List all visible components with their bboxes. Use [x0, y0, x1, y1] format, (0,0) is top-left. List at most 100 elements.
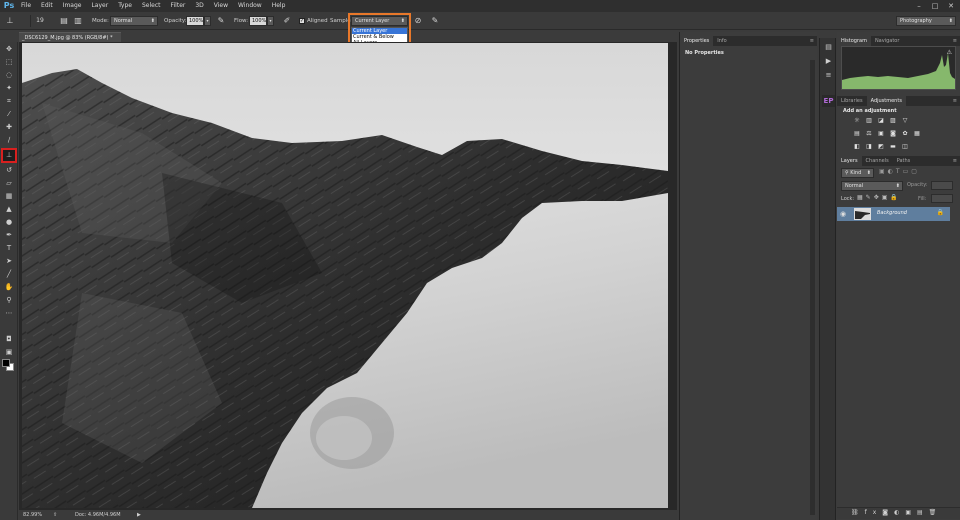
actions-panel-icon[interactable]: ▶: [823, 56, 834, 66]
menu-filter[interactable]: Filter: [166, 0, 191, 12]
opacity-input[interactable]: 100%: [186, 16, 204, 26]
pressure-size-icon[interactable]: ✎: [429, 15, 441, 27]
menu-select[interactable]: Select: [137, 0, 166, 12]
marquee-tool-icon[interactable]: ⬚: [3, 57, 15, 68]
workspace-select[interactable]: Photography ⬍: [896, 16, 956, 26]
tab-info[interactable]: Info: [713, 36, 730, 46]
document-tab[interactable]: _DSC6129_M.jpg @ 83% (RGB/8#) *: [19, 32, 121, 42]
menu-window[interactable]: Window: [233, 0, 267, 12]
path-selection-tool-icon[interactable]: ➤: [3, 256, 15, 267]
exposure-icon[interactable]: ▨: [889, 117, 897, 125]
gradient-tool-icon[interactable]: ▦: [3, 191, 15, 202]
menu-image[interactable]: Image: [58, 0, 87, 12]
share-icon[interactable]: ⇪: [53, 510, 57, 520]
eye-icon[interactable]: ◉: [840, 209, 846, 219]
airbrush-icon[interactable]: ✐: [281, 15, 293, 27]
warning-icon[interactable]: ⚠: [947, 49, 952, 56]
menu-type[interactable]: Type: [113, 0, 137, 12]
more-tools-icon[interactable]: ⋯: [3, 308, 15, 319]
menu-3d[interactable]: 3D: [190, 0, 208, 12]
blend-mode-select[interactable]: Normal ⬍: [841, 181, 903, 191]
tab-adjustments[interactable]: Adjustments: [866, 96, 906, 106]
pen-tool-icon[interactable]: ✒: [3, 230, 15, 241]
tab-layers[interactable]: Layers: [837, 156, 862, 166]
black-white-icon[interactable]: ▣: [877, 130, 885, 138]
vibrance-icon[interactable]: ▽: [901, 117, 909, 125]
menu-file[interactable]: File: [16, 0, 36, 12]
toggle-brush-panel-icon[interactable]: ▤: [58, 15, 70, 27]
zoom-level[interactable]: 82.99%: [23, 510, 42, 520]
invert-icon[interactable]: ◧: [853, 143, 861, 151]
panel-menu-icon[interactable]: ≡: [953, 36, 957, 46]
brightness-contrast-icon[interactable]: ☼: [853, 117, 861, 125]
line-tool-icon[interactable]: ╱: [3, 269, 15, 280]
channel-mixer-icon[interactable]: ✿: [901, 130, 909, 138]
layer-opacity-input[interactable]: [931, 181, 953, 190]
tab-channels[interactable]: Channels: [862, 156, 893, 166]
color-lookup-icon[interactable]: ▦: [913, 130, 921, 138]
clone-stamp-tool-icon[interactable]: ⊥: [1, 148, 17, 163]
photo-filter-icon[interactable]: ◙: [889, 130, 897, 138]
foreground-color-swatch[interactable]: [2, 359, 10, 367]
tab-paths[interactable]: Paths: [893, 156, 915, 166]
magic-wand-tool-icon[interactable]: ✦: [3, 83, 15, 94]
hand-tool-icon[interactable]: ✋: [3, 282, 15, 293]
healing-brush-tool-icon[interactable]: ✚: [3, 122, 15, 133]
hue-saturation-icon[interactable]: ▤: [853, 130, 861, 138]
status-menu-arrow-icon[interactable]: ▶: [137, 510, 141, 520]
move-tool-icon[interactable]: ✥: [3, 44, 15, 55]
tab-navigator[interactable]: Navigator: [871, 36, 903, 46]
minimize-button[interactable]: –: [912, 0, 926, 12]
toggle-clone-source-icon[interactable]: ▥: [72, 15, 84, 27]
tab-properties[interactable]: Properties: [680, 36, 714, 46]
opacity-slider-button[interactable]: ▾: [204, 16, 211, 26]
panel-menu-icon[interactable]: ≡: [953, 156, 957, 166]
image-canvas[interactable]: [22, 43, 668, 508]
brush-tool-icon[interactable]: ∕: [3, 135, 15, 146]
fill-input[interactable]: [931, 194, 953, 203]
quick-mask-icon[interactable]: ◘: [3, 334, 15, 345]
tab-histogram[interactable]: Histogram: [837, 36, 871, 46]
flow-input[interactable]: 100%: [249, 16, 267, 26]
ignore-adjustment-layers-icon[interactable]: ⊘: [412, 15, 424, 27]
flow-slider-button[interactable]: ▾: [267, 16, 274, 26]
layer-filter-select[interactable]: ⚲ Kind ⬍: [841, 168, 874, 178]
menu-edit[interactable]: Edit: [36, 0, 58, 12]
layers-footer-icons[interactable]: ⛓fx◙◐▣▤🗑: [851, 509, 942, 516]
brush-preset-picker[interactable]: 19: [34, 15, 46, 27]
history-brush-tool-icon[interactable]: ↺: [3, 165, 15, 176]
dodge-tool-icon[interactable]: ●: [3, 217, 15, 228]
mode-select[interactable]: Normal ⬍: [110, 16, 158, 26]
menu-view[interactable]: View: [209, 0, 233, 12]
threshold-icon[interactable]: ◩: [877, 143, 885, 151]
lasso-tool-icon[interactable]: ◌: [3, 70, 15, 81]
color-balance-icon[interactable]: ⚖: [865, 130, 873, 138]
menu-help[interactable]: Help: [267, 0, 291, 12]
aligned-checkbox[interactable]: ✓: [299, 18, 305, 24]
menu-layer[interactable]: Layer: [86, 0, 113, 12]
curves-icon[interactable]: ◪: [877, 117, 885, 125]
type-tool-icon[interactable]: T: [3, 243, 15, 254]
posterize-icon[interactable]: ◨: [865, 143, 873, 151]
layer-filter-icons[interactable]: ▣◐T▭▢: [879, 168, 953, 175]
tab-libraries[interactable]: Libraries: [837, 96, 867, 106]
lock-options-icons[interactable]: ▦✎✥▣🔒: [857, 194, 901, 201]
eyedropper-tool-icon[interactable]: ⁄: [3, 109, 15, 120]
panel-menu-icon[interactable]: ≡: [953, 96, 957, 106]
crop-tool-icon[interactable]: ⌗: [3, 96, 15, 107]
layer-row-background[interactable]: ◉ Background 🔒: [837, 207, 950, 221]
maximize-button[interactable]: □: [928, 0, 942, 12]
levels-icon[interactable]: ▥: [865, 117, 873, 125]
brush-panel-icon[interactable]: ≡: [823, 70, 834, 80]
gradient-map-icon[interactable]: ▬: [889, 143, 897, 151]
panel-menu-icon[interactable]: ≡: [810, 36, 814, 46]
history-panel-icon[interactable]: ▤: [823, 42, 834, 52]
close-button[interactable]: ✕: [944, 0, 958, 12]
clone-stamp-tool-preset-icon[interactable]: ⊥: [4, 15, 16, 27]
eraser-tool-icon[interactable]: ▱: [3, 178, 15, 189]
screen-mode-icon[interactable]: ▣: [3, 347, 15, 358]
properties-scrollbar[interactable]: [810, 60, 815, 515]
extension-ep-icon[interactable]: EP: [822, 95, 835, 107]
blur-tool-icon[interactable]: ▲: [3, 204, 15, 215]
pressure-opacity-icon[interactable]: ✎: [215, 15, 227, 27]
